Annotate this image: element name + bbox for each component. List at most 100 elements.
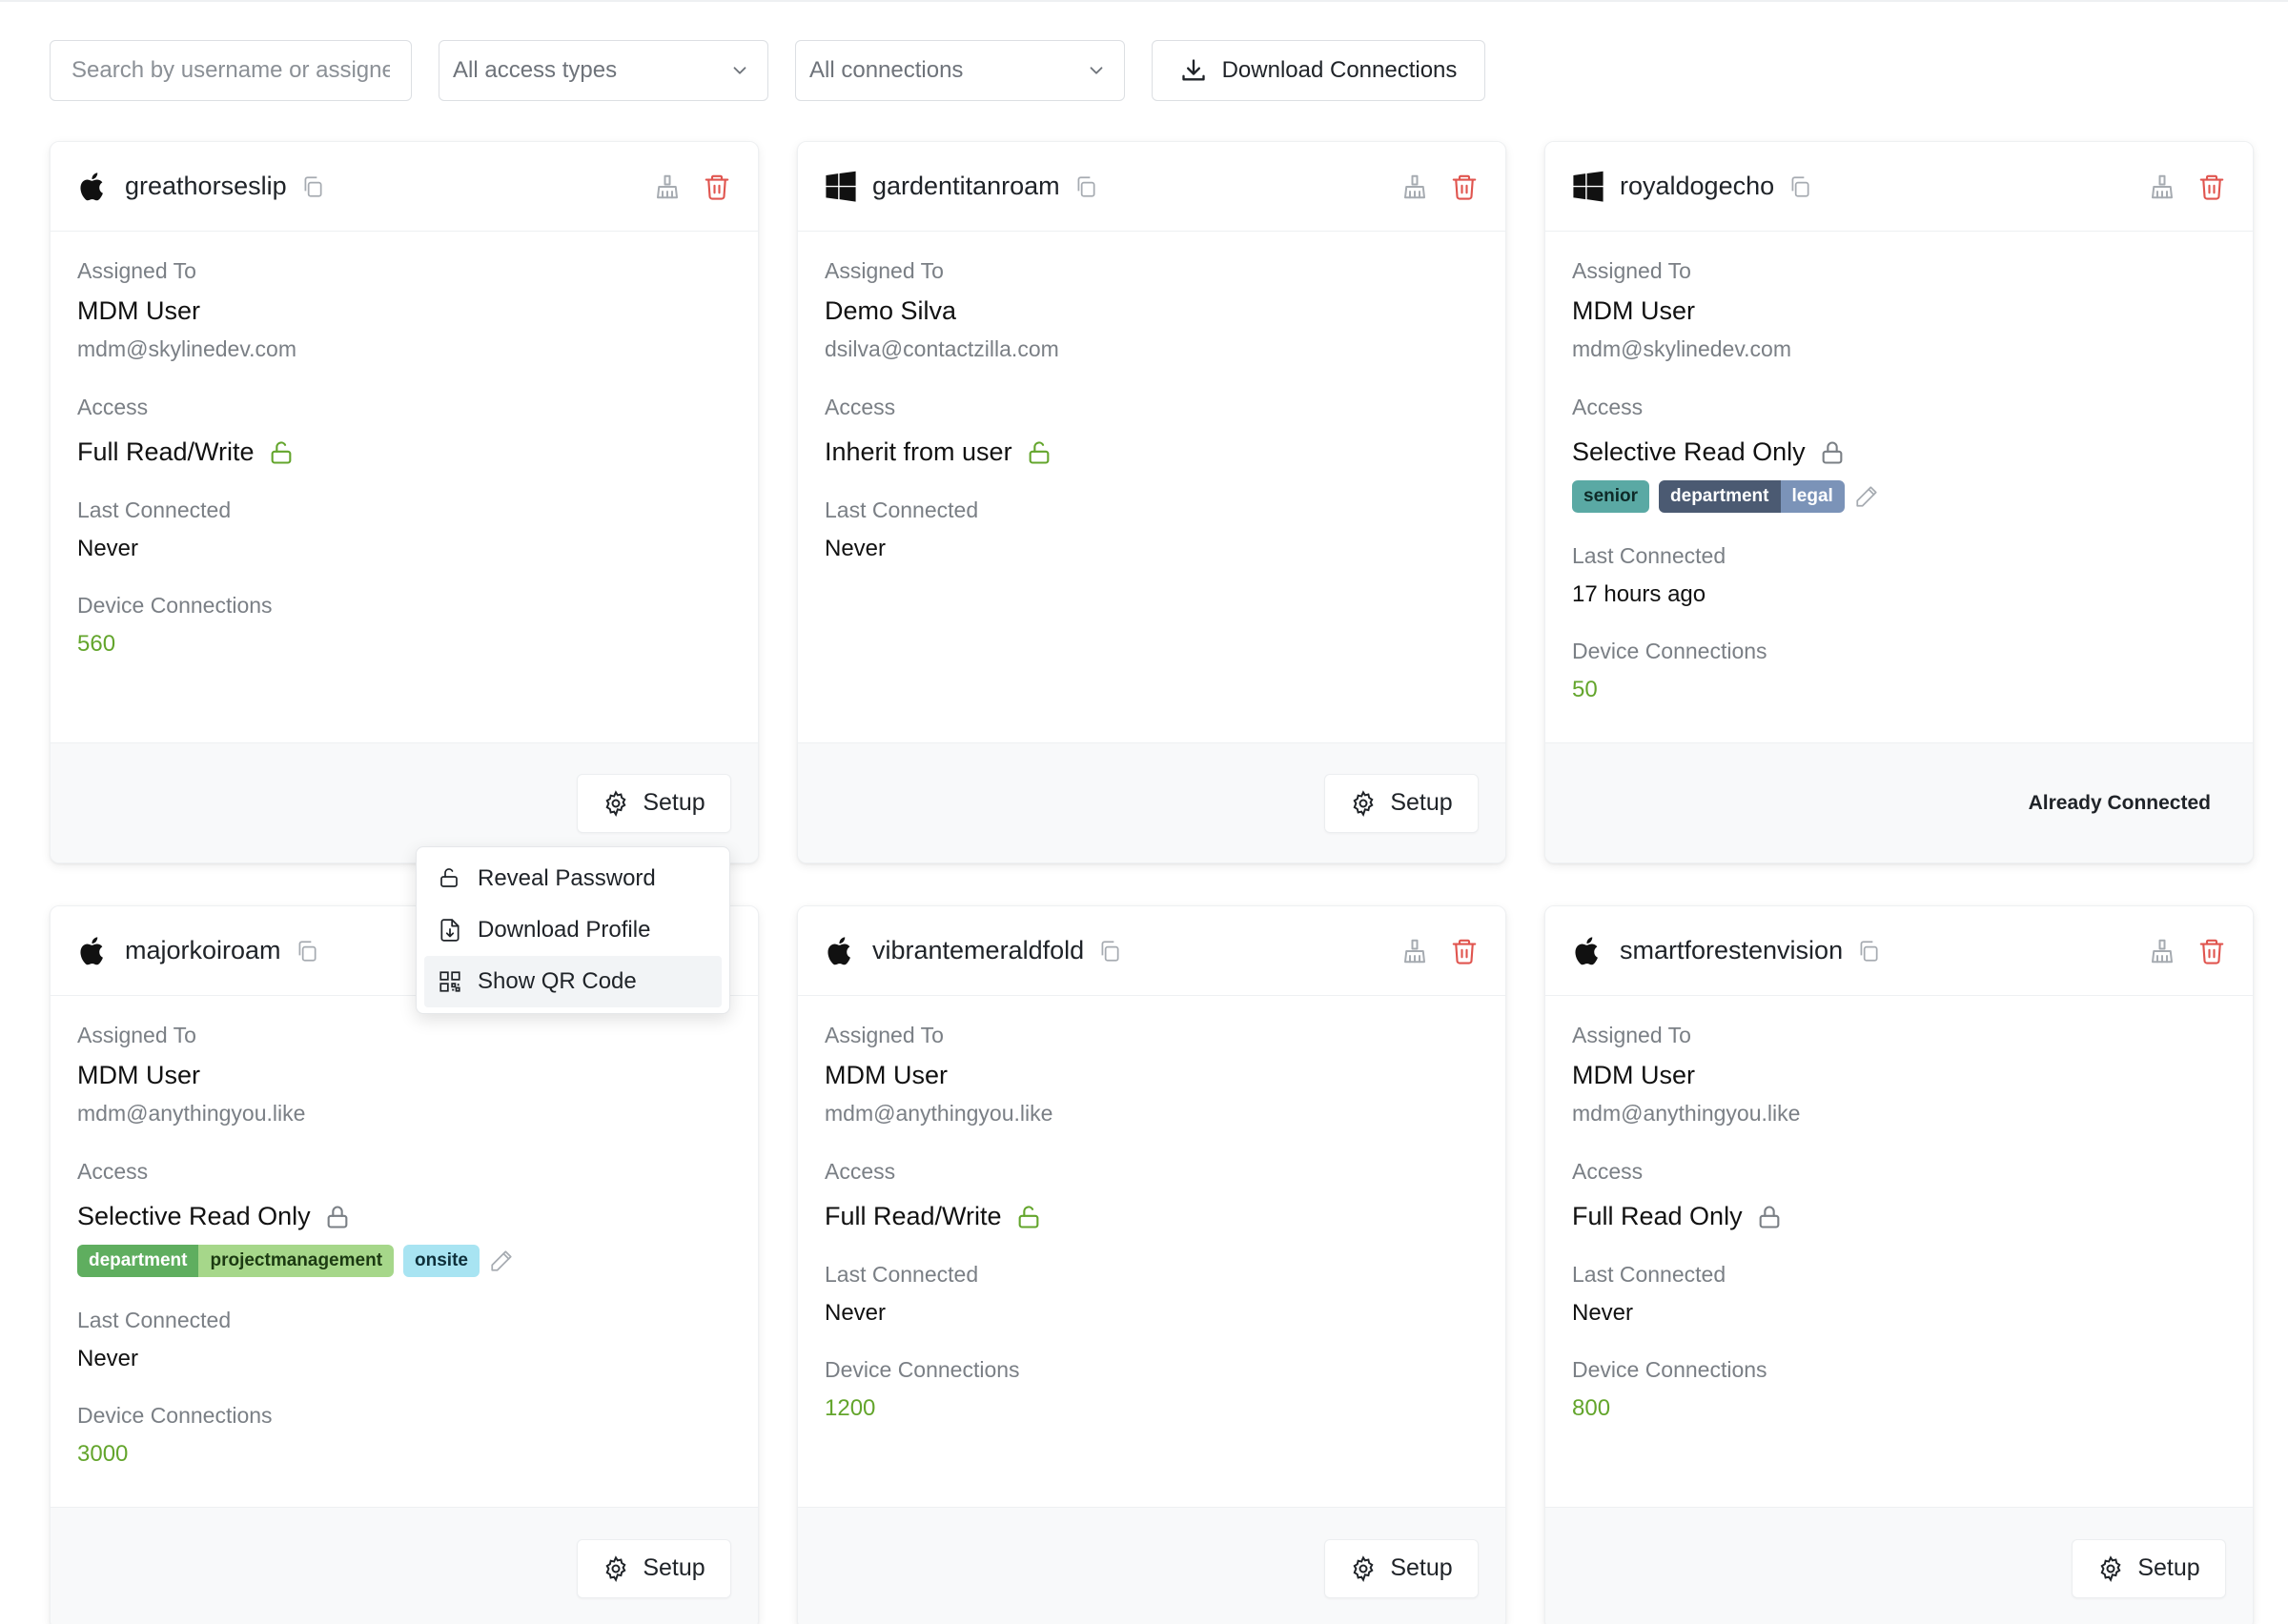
- already-connected-status: Already Connected: [2028, 791, 2211, 814]
- connection-username: smartforestenvision: [1620, 936, 1844, 964]
- pencil-icon[interactable]: [489, 1248, 514, 1273]
- device-connections-count: 50: [1572, 677, 1598, 702]
- card-header: royaldogecho: [1545, 142, 2253, 232]
- assigned-to-label: Assigned To: [1572, 1023, 1691, 1047]
- trash-icon[interactable]: [2197, 937, 2226, 965]
- unlock-icon: [268, 439, 295, 466]
- apple-icon: [77, 935, 110, 967]
- assigned-to-label: Assigned To: [77, 1023, 196, 1047]
- device-connections-label: Device Connections: [77, 1403, 273, 1428]
- menu-item-download-profile[interactable]: Download Profile: [424, 904, 722, 956]
- download-icon: [1180, 57, 1207, 84]
- trash-icon[interactable]: [703, 173, 731, 201]
- qr-code-icon: [438, 969, 462, 994]
- broom-icon[interactable]: [653, 173, 682, 201]
- access-type-filter[interactable]: All access types: [439, 40, 768, 101]
- device-connections-label: Device Connections: [825, 1357, 1020, 1382]
- broom-icon[interactable]: [2148, 173, 2176, 201]
- assigned-name: MDM User: [1572, 1061, 1695, 1089]
- assigned-email: mdm@anythingyou.like: [825, 1101, 1053, 1126]
- access-value: Full Read/Write: [825, 1202, 1002, 1230]
- assigned-to-label: Assigned To: [77, 258, 196, 283]
- copy-icon[interactable]: [295, 939, 319, 964]
- chevron-down-icon: [1086, 60, 1107, 81]
- device-connections-label: Device Connections: [1572, 639, 1767, 663]
- setup-label: Setup: [1390, 1554, 1453, 1581]
- broom-icon[interactable]: [1400, 173, 1429, 201]
- last-connected-value: Never: [77, 1346, 139, 1371]
- setup-label: Setup: [2137, 1554, 2200, 1581]
- last-connected-label: Last Connected: [825, 1262, 979, 1287]
- card-header: greathorseslip: [51, 142, 758, 232]
- card-body: Assigned To MDM User mdm@anythingyou.lik…: [798, 996, 1505, 1509]
- setup-dropdown-menu: Reveal Password Download Profile Show QR…: [416, 846, 730, 1014]
- last-connected-label: Last Connected: [825, 497, 979, 522]
- assigned-name: MDM User: [1572, 296, 1695, 325]
- card-body: Assigned To MDM User mdm@anythingyou.lik…: [51, 996, 758, 1509]
- last-connected-label: Last Connected: [1572, 543, 1726, 568]
- broom-icon[interactable]: [2148, 937, 2176, 965]
- trash-icon[interactable]: [1450, 937, 1479, 965]
- access-value: Selective Read Only: [1572, 437, 1806, 466]
- device-connections-count: 800: [1572, 1395, 1611, 1421]
- connection-card: vibrantemeraldfold Assigned To MDM User …: [797, 905, 1506, 1624]
- connection-username: majorkoiroam: [125, 936, 281, 964]
- setup-button[interactable]: Setup: [577, 1538, 731, 1598]
- download-connections-button[interactable]: Download Connections: [1152, 40, 1485, 101]
- pencil-icon[interactable]: [1854, 484, 1879, 509]
- setup-label: Setup: [643, 1554, 705, 1581]
- copy-icon[interactable]: [1073, 174, 1098, 199]
- assigned-name: MDM User: [825, 1061, 948, 1089]
- connection-username: greathorseslip: [125, 172, 287, 200]
- connection-card: royaldogecho Assigned To MDM User mdm@sk…: [1544, 141, 2254, 863]
- connection-filter[interactable]: All connections: [795, 40, 1125, 101]
- trash-icon[interactable]: [1450, 173, 1479, 201]
- card-footer: Setup: [51, 1507, 758, 1624]
- tag-department: department: [1659, 480, 1781, 513]
- lock-icon: [1819, 439, 1846, 466]
- connection-card: gardentitanroam Assigned To Demo Silva d…: [797, 141, 1506, 863]
- last-connected-label: Last Connected: [77, 1308, 232, 1332]
- setup-button[interactable]: Setup: [2072, 1538, 2226, 1598]
- unlock-icon: [1015, 1204, 1042, 1230]
- copy-icon[interactable]: [300, 174, 325, 199]
- assigned-email: mdm@skylinedev.com: [77, 336, 296, 361]
- card-body: Assigned To MDM User mdm@anythingyou.lik…: [1545, 996, 2253, 1509]
- unlock-icon: [440, 868, 458, 887]
- unlock-icon: [1026, 439, 1052, 466]
- access-label: Access: [825, 395, 896, 419]
- setup-button[interactable]: Setup: [1324, 1538, 1479, 1598]
- copy-icon[interactable]: [1097, 939, 1122, 964]
- search-input[interactable]: [50, 40, 412, 101]
- assigned-name: MDM User: [77, 296, 200, 325]
- connection-card: smartforestenvision Assigned To MDM User…: [1544, 905, 2254, 1624]
- access-value: Full Read/Write: [77, 437, 255, 466]
- menu-item-reveal-password[interactable]: Reveal Password: [424, 853, 722, 904]
- windows-icon: [825, 171, 857, 203]
- apple-icon: [1572, 935, 1604, 967]
- access-value: Inherit from user: [825, 437, 1012, 466]
- card-body: Assigned To Demo Silva dsilva@contactzil…: [798, 232, 1505, 744]
- menu-item-show-qr-code[interactable]: Show QR Code: [424, 956, 722, 1007]
- windows-icon: [1572, 171, 1604, 203]
- setup-button[interactable]: Setup: [577, 773, 731, 833]
- assigned-to-label: Assigned To: [1572, 258, 1691, 283]
- card-footer: Setup: [51, 742, 758, 863]
- access-label: Access: [1572, 395, 1644, 419]
- gear-icon: [1350, 1555, 1377, 1582]
- tag-list: senior department legal: [1572, 480, 2226, 513]
- card-footer: Setup: [798, 742, 1505, 863]
- access-value: Full Read Only: [1572, 1202, 1743, 1230]
- last-connected-label: Last Connected: [1572, 1262, 1726, 1287]
- setup-button[interactable]: Setup: [1324, 773, 1479, 833]
- tag-senior: senior: [1572, 480, 1650, 513]
- connection-card: greathorseslip Assigned To MDM User mdm@…: [50, 141, 759, 863]
- device-connections-count: 3000: [77, 1441, 129, 1467]
- broom-icon[interactable]: [1400, 937, 1429, 965]
- toolbar: All access types All connections Downloa…: [50, 40, 1485, 101]
- gear-icon: [2097, 1555, 2124, 1582]
- copy-icon[interactable]: [1788, 174, 1812, 199]
- trash-icon[interactable]: [2197, 173, 2226, 201]
- copy-icon[interactable]: [1856, 939, 1881, 964]
- last-connected-value: Never: [825, 536, 887, 561]
